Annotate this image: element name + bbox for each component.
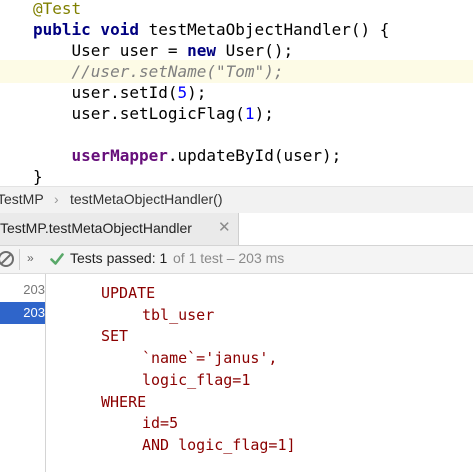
code-token: User();	[225, 41, 294, 60]
tree-row-class[interactable]: 203 ms	[0, 279, 45, 319]
code-token: public void	[33, 20, 149, 39]
code-line: user.setLogicFlag(1);	[0, 102, 473, 125]
code-token: //user.setName("Tom");	[33, 62, 284, 81]
code-token: );	[254, 104, 274, 123]
check-icon	[50, 253, 64, 265]
run-tab[interactable]: TestMP.testMetaObjectHandler ✕	[0, 213, 239, 245]
console-line: logic_flag=1	[142, 370, 251, 389]
code-line: userMapper.updateById(user);	[0, 144, 473, 167]
console-line: WHERE	[101, 392, 147, 411]
breadcrumb-separator: ›	[54, 191, 59, 207]
tree-row-method-selected[interactable]: 203 ms	[0, 302, 45, 342]
console-line: UPDATE	[101, 284, 156, 302]
console-line: id=5	[142, 414, 179, 433]
close-icon[interactable]: ✕	[218, 218, 231, 236]
breadcrumb: TestMP › testMetaObjectHandler()	[0, 186, 473, 214]
code-editor[interactable]: @Test public void testMetaObjectHandler()…	[0, 0, 473, 186]
stop-icon[interactable]	[0, 250, 15, 268]
breadcrumb-item-class[interactable]: TestMP	[0, 191, 44, 207]
code-token: @Test	[33, 0, 82, 18]
code-token: user.setId(	[33, 83, 178, 102]
test-tree: 203 ms 203 ms	[0, 274, 46, 472]
console-output[interactable]: UPDATE tbl_user SET `name`='janus', logic_fl…	[46, 274, 473, 472]
console-line: `name`='janus',	[142, 349, 278, 368]
code-token: }	[33, 167, 43, 186]
console-line: SET	[101, 327, 129, 346]
code-token: 5	[177, 83, 188, 102]
tests-passed-label: Tests passed: 1	[70, 250, 168, 266]
tree-row-duration: 203 ms	[23, 305, 45, 342]
run-tab-label: TestMP.testMetaObjectHandler	[0, 220, 192, 236]
console-line: tbl_user	[142, 305, 215, 324]
code-token: User user =	[33, 41, 188, 60]
breadcrumb-item-method[interactable]: testMetaObjectHandler()	[70, 191, 223, 207]
code-token: new	[187, 41, 226, 60]
code-line: public void testMetaObjectHandler() {	[0, 18, 473, 41]
code-line: }	[0, 165, 473, 186]
code-token: userMapper	[71, 146, 168, 165]
code-line: User user = new User();	[0, 39, 473, 62]
code-line: //user.setName("Tom");	[0, 60, 473, 83]
run-tab-bar: TestMP.testMetaObjectHandler ✕	[0, 213, 473, 246]
code-token: .updateById(user);	[167, 146, 342, 165]
tests-detail-label: of 1 test – 203 ms	[173, 250, 285, 266]
test-status-bar: » Tests passed: 1 of 1 test – 203 ms	[0, 246, 473, 274]
code-line: @Test	[0, 0, 473, 20]
double-chevron-icon[interactable]: »	[27, 251, 34, 265]
code-token: testMetaObjectHandler() {	[148, 20, 390, 39]
toolbar-divider	[19, 249, 20, 270]
code-token: user.setLogicFlag(	[33, 104, 245, 123]
console-line: AND logic_flag=1]	[142, 435, 296, 454]
code-token: 1	[244, 104, 255, 123]
code-line: user.setId(5);	[0, 81, 473, 104]
code-token: );	[187, 83, 207, 102]
